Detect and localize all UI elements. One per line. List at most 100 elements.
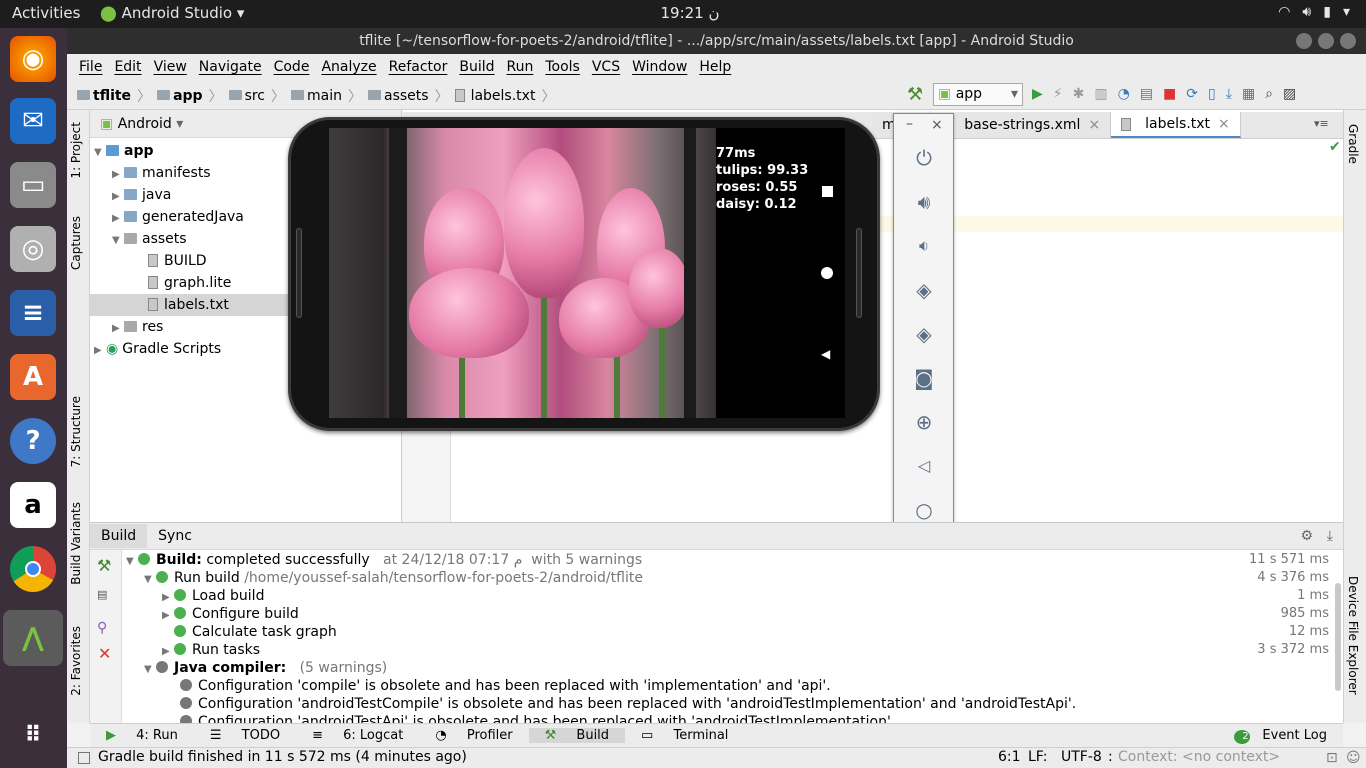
show-apps-icon[interactable]: ⠿ (10, 712, 56, 758)
tab-overflow-icon[interactable]: ▾≡ (1314, 117, 1329, 130)
tool-build[interactable]: ⚒ Build (528, 728, 626, 743)
configure-build-row[interactable]: ▶ Configure build (162, 605, 299, 623)
run-configuration-select[interactable]: ▣ app ▾ (933, 83, 1023, 106)
tab-build-variants[interactable]: Build Variants (69, 502, 83, 585)
inspector-icon[interactable]: ☺ (1346, 750, 1361, 766)
menu-refactor[interactable]: Refactor (383, 59, 454, 75)
menu-window[interactable]: Window (626, 59, 693, 75)
tool-event-log[interactable]: 2 Event Log (1226, 728, 1343, 744)
make-project-icon[interactable]: ⚒ (907, 84, 923, 105)
tree-item-generatedjava[interactable]: ▶ generatedJava (112, 206, 244, 228)
tree-item-res[interactable]: ▶ res (112, 316, 163, 338)
tab-gradle[interactable]: Gradle (1346, 124, 1360, 164)
volume-down-icon[interactable]: 🔉︎ (912, 234, 936, 258)
rotate-left-icon[interactable]: ◈ (912, 278, 936, 302)
tool-profiler[interactable]: ◔ Profiler (419, 728, 528, 743)
back-button[interactable]: ◀ (821, 347, 830, 361)
back-icon[interactable]: ◁ (912, 454, 936, 478)
search-icon[interactable]: ⌕ (1265, 86, 1273, 102)
help-icon[interactable]: ? (10, 418, 56, 464)
menu-navigate[interactable]: Navigate (193, 59, 268, 75)
tab-labels[interactable]: labels.txt × (1111, 112, 1241, 138)
rhythmbox-icon[interactable]: ◎ (10, 226, 56, 272)
tab-sync[interactable]: Sync (147, 524, 203, 548)
tab-structure[interactable]: 7: Structure (69, 396, 83, 467)
system-tray[interactable]: ◠ 🔊︎ ▮ ▾ (1278, 4, 1350, 20)
attach-debugger-icon[interactable]: ▥ (1094, 86, 1107, 102)
task-graph-row[interactable]: Calculate task graph (162, 623, 337, 641)
apply-changes-icon[interactable]: ⚡ (1053, 86, 1063, 102)
menu-run[interactable]: Run (501, 59, 540, 75)
tool-run[interactable]: ▶ 4: Run (90, 728, 194, 743)
thunderbird-icon[interactable]: ✉ (10, 98, 56, 144)
activities-button[interactable]: Activities (12, 4, 80, 22)
window-controls[interactable] (1296, 33, 1356, 49)
lock-icon[interactable]: ⊡ (1326, 750, 1338, 766)
screenshot-icon[interactable]: ◙ (912, 366, 936, 390)
files-icon[interactable]: ▭ (10, 162, 56, 208)
breadcrumb-labels[interactable]: labels.txt (454, 88, 535, 104)
close-icon[interactable]: × (1218, 116, 1230, 132)
tree-item-app[interactable]: ▼ app (94, 140, 154, 162)
build-hammer-icon[interactable]: ⚒ (97, 556, 111, 575)
close-icon[interactable] (1340, 33, 1356, 49)
avd-manager-icon[interactable]: ▯ (1208, 86, 1216, 102)
layout-inspector-icon[interactable]: ▨ (1283, 86, 1296, 102)
minimize-icon[interactable]: – (906, 116, 913, 132)
breadcrumb-assets[interactable]: assets (368, 88, 429, 104)
warning-row[interactable]: Configuration 'androidTestApi' is obsole… (180, 713, 895, 723)
hide-panel-icon[interactable]: ⤓ (1327, 528, 1333, 544)
java-compiler-row[interactable]: ▼ Java compiler: (5 warnings) (144, 659, 387, 677)
line-separator[interactable]: LF: (1028, 749, 1047, 765)
tree-item-assets[interactable]: ▼ assets (112, 228, 187, 250)
tool-logcat[interactable]: ≡ 6: Logcat (296, 728, 419, 743)
tree-item-manifests[interactable]: ▶ manifests (112, 162, 211, 184)
tab-captures[interactable]: Captures (69, 216, 83, 270)
minimize-icon[interactable] (1296, 33, 1312, 49)
close-icon[interactable]: ✕ (98, 644, 111, 663)
firefox-icon[interactable]: ◉ (10, 36, 56, 82)
scrollbar[interactable] (1335, 583, 1341, 691)
gear-icon[interactable]: ⚙ (1300, 528, 1313, 544)
app-menu-button[interactable]: ⬤ Android Studio ▾ (100, 4, 244, 22)
filter-icon[interactable]: ⚲ (97, 620, 107, 636)
maximize-icon[interactable] (1318, 33, 1334, 49)
tree-item-graph[interactable]: graph.lite (148, 272, 231, 294)
recents-button[interactable] (822, 186, 833, 197)
tab-device-file-explorer[interactable]: Device File Explorer (1346, 576, 1360, 695)
debug-icon[interactable]: ✱ (1073, 86, 1085, 102)
chrome-icon[interactable] (10, 546, 56, 592)
home-button[interactable] (821, 267, 833, 279)
tab-base-strings[interactable]: base-strings.xml × (930, 112, 1112, 138)
warning-row[interactable]: Configuration 'compile' is obsolete and … (180, 677, 831, 695)
menu-help[interactable]: Help (693, 59, 737, 75)
tab-favorites[interactable]: 2: Favorites (69, 626, 83, 696)
load-build-row[interactable]: ▶ Load build (162, 587, 264, 605)
writer-icon[interactable]: ≡ (10, 290, 56, 336)
sdk-manager-icon[interactable]: ⤓ (1226, 86, 1232, 102)
menu-file[interactable]: File (73, 59, 108, 75)
zoom-icon[interactable]: ⊕ (912, 410, 936, 434)
caret-position[interactable]: 6:1 (998, 749, 1021, 765)
tree-item-build[interactable]: BUILD (148, 250, 207, 272)
tree-item-java[interactable]: ▶ java (112, 184, 171, 206)
warning-row[interactable]: Configuration 'androidTestCompile' is ob… (180, 695, 1076, 713)
breadcrumb-main[interactable]: main (291, 88, 342, 104)
menu-build[interactable]: Build (453, 59, 500, 75)
status-message[interactable]: Gradle build finished in 11 s 572 ms (4 … (98, 749, 467, 765)
clock[interactable]: 19:21 ن (660, 4, 720, 22)
tool-todo[interactable]: ☰ TODO (194, 728, 296, 743)
profile-icon[interactable]: ◔ (1118, 86, 1130, 102)
run-icon[interactable]: ▶ (1032, 86, 1043, 102)
build-status-row[interactable]: ▼ Build: completed successfully at 24/12/… (126, 551, 642, 569)
toggle-tool-windows-icon[interactable] (78, 752, 90, 764)
tab-build-output[interactable]: Build (90, 524, 148, 548)
tree-item-gradle-scripts[interactable]: ▶ ◉ Gradle Scripts (94, 338, 221, 360)
android-studio-dock-icon[interactable]: ⋀ (3, 610, 63, 666)
close-icon[interactable]: × (931, 117, 943, 133)
stop-icon[interactable]: ■ (1163, 86, 1176, 102)
tool-terminal[interactable]: ▭ Terminal (625, 728, 744, 743)
coverage-icon[interactable]: ▤ (1140, 86, 1153, 102)
home-icon[interactable]: ○ (912, 498, 936, 522)
close-icon[interactable]: × (1088, 117, 1100, 133)
